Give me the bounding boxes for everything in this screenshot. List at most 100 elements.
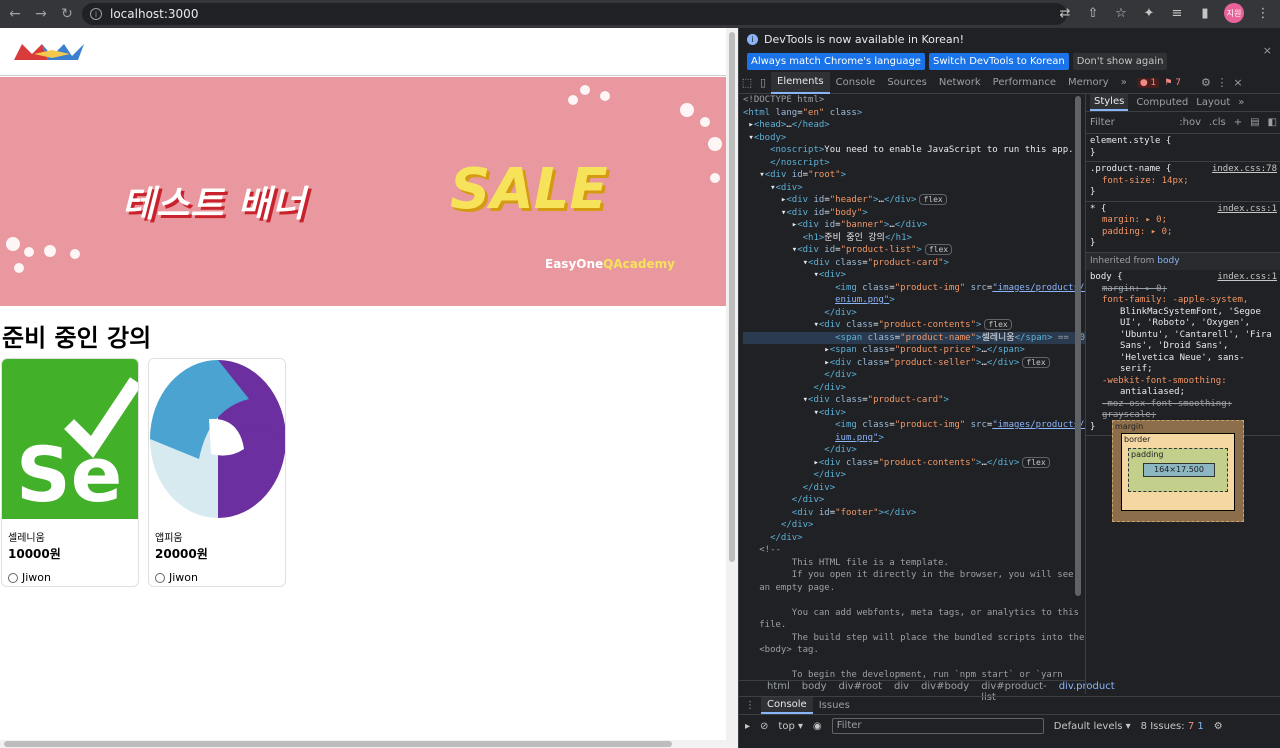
clear-console-icon[interactable]: ⊘: [760, 721, 768, 732]
styles-filter-input[interactable]: Filter: [1090, 117, 1171, 129]
forward-icon[interactable]: →: [30, 3, 52, 25]
tab-network[interactable]: Network: [933, 72, 987, 94]
site-info-icon[interactable]: i: [90, 8, 102, 20]
reading-list-icon[interactable]: ≡: [1168, 6, 1186, 21]
tab-issues[interactable]: Issues: [819, 700, 850, 711]
inherited-from-link[interactable]: body: [1157, 256, 1179, 266]
back-icon[interactable]: ←: [4, 3, 26, 25]
customize-kebab-icon[interactable]: ⋮: [1214, 75, 1230, 91]
dom-line[interactable]: <img class="product-img" src="images/pro…: [743, 419, 1085, 432]
css-rule[interactable]: * {index.css:1 margin: ▸ 0; padding: ▸ 0…: [1086, 202, 1280, 253]
dom-line[interactable]: <noscript>You need to enable JavaScript …: [743, 144, 1085, 157]
css-declaration[interactable]: font-family: -apple-system,: [1090, 295, 1277, 307]
page-horizontal-scrollbar[interactable]: [0, 740, 738, 748]
breadcrumb-item[interactable]: div#root: [839, 681, 882, 694]
dom-line[interactable]: </div>: [743, 469, 1085, 482]
dom-tree-scrollbar[interactable]: [1075, 96, 1081, 596]
rule-source-link[interactable]: index.css:1: [1217, 272, 1277, 284]
dom-line[interactable]: </div>: [743, 382, 1085, 395]
cls-toggle[interactable]: .cls: [1209, 117, 1226, 129]
dom-line[interactable]: <img class="product-img" src="images/pro…: [743, 282, 1085, 295]
dom-line[interactable]: This HTML file is a template.: [743, 557, 1085, 570]
dom-line[interactable]: ▾<div id="product-list"> flex: [743, 244, 1085, 257]
toggle-style-icon[interactable]: ▤: [1250, 117, 1259, 129]
translate-icon[interactable]: ⇄: [1056, 6, 1074, 21]
site-logo[interactable]: [12, 40, 85, 62]
dom-line[interactable]: ▸<head>…</head>: [743, 119, 1085, 132]
dom-line[interactable]: <!--: [743, 544, 1085, 557]
tab-console-drawer[interactable]: Console: [761, 697, 813, 714]
settings-gear-icon[interactable]: ⚙: [1198, 75, 1214, 91]
drawer-menu-icon[interactable]: ⋮: [745, 700, 755, 711]
product-card[interactable]: 앱피움 20000원 Jiwon: [148, 358, 286, 587]
dom-line[interactable]: </div>: [743, 482, 1085, 495]
tab-performance[interactable]: Performance: [987, 72, 1062, 94]
dom-line[interactable]: ▾<div>: [743, 407, 1085, 420]
dom-line[interactable]: <!DOCTYPE html>: [743, 94, 1085, 107]
dom-tree[interactable]: <!DOCTYPE html> <html lang="en" class> ▸…: [739, 94, 1085, 680]
hov-toggle[interactable]: :hov: [1179, 117, 1201, 129]
dom-line[interactable]: ▾<div id="body">: [743, 207, 1085, 220]
dom-line[interactable]: </div>: [743, 519, 1085, 532]
error-count-badge[interactable]: ● 1: [1136, 77, 1160, 88]
live-expression-eye-icon[interactable]: ◉: [813, 721, 822, 732]
tab-elements[interactable]: Elements: [771, 71, 830, 94]
dom-line[interactable]: If you open it directly in the browser, …: [743, 569, 1085, 582]
dom-line[interactable]: an empty page.: [743, 582, 1085, 595]
dom-line[interactable]: ▸<div id="banner">…</div>: [743, 219, 1085, 232]
profile-avatar[interactable]: 지원: [1224, 3, 1244, 23]
breadcrumb-item[interactable]: div: [894, 681, 909, 694]
console-sidebar-icon[interactable]: ▸: [745, 721, 750, 732]
dom-line[interactable]: ▾<body>: [743, 132, 1085, 145]
dom-line[interactable]: <div id="footer"></div>: [743, 507, 1085, 520]
dom-line[interactable]: </div>: [743, 532, 1085, 545]
dom-line[interactable]: </div>: [743, 444, 1085, 457]
tab-layout[interactable]: Layout: [1196, 97, 1230, 109]
dom-line[interactable]: ▾<div class="product-card">: [743, 394, 1085, 407]
dom-line[interactable]: The build step will place the bundled sc…: [743, 632, 1085, 645]
dom-line[interactable]: <h1>준비 중인 강의</h1>: [743, 232, 1085, 245]
console-settings-icon[interactable]: ⚙: [1214, 721, 1223, 732]
dom-line[interactable]: </div>: [743, 494, 1085, 507]
dom-line[interactable]: ▾<div class="product-card">: [743, 257, 1085, 270]
dom-line[interactable]: ▾<div class="product-contents"> flex: [743, 319, 1085, 332]
console-filter-input[interactable]: Filter: [831, 718, 1044, 734]
css-declaration[interactable]: padding: ▸ 0;: [1090, 227, 1277, 239]
match-language-button[interactable]: Always match Chrome's language: [747, 53, 925, 70]
product-card[interactable]: Se 셀레니움 10000원 Jiwon: [1, 358, 139, 587]
dom-line[interactable]: [743, 657, 1085, 670]
dom-line[interactable]: [743, 594, 1085, 607]
page-vertical-scrollbar[interactable]: [726, 28, 738, 740]
context-select[interactable]: top ▾: [778, 721, 803, 732]
box-content-size[interactable]: 164×17.500: [1143, 463, 1215, 477]
log-levels-select[interactable]: Default levels ▾: [1054, 721, 1131, 732]
tab-memory[interactable]: Memory: [1062, 72, 1115, 94]
device-toolbar-icon[interactable]: ▯: [755, 75, 771, 91]
breadcrumb-item[interactable]: html: [767, 681, 790, 694]
add-rule-icon[interactable]: +: [1234, 117, 1242, 129]
reload-icon[interactable]: ↻: [56, 3, 78, 25]
css-rule[interactable]: body {index.css:1 margin: ▸ 0; font-fami…: [1086, 270, 1280, 436]
dom-line[interactable]: You can add webfonts, meta tags, or anal…: [743, 607, 1085, 620]
more-tabs-button[interactable]: »: [1115, 72, 1133, 94]
bookmark-star-icon[interactable]: ☆: [1112, 6, 1130, 21]
breadcrumb-item[interactable]: div#body: [921, 681, 969, 694]
dom-line[interactable]: <body> tag.: [743, 644, 1085, 657]
css-declaration[interactable]: -webkit-font-smoothing:: [1090, 376, 1277, 388]
dom-line[interactable]: ▸<div id="header">…</div> flex: [743, 194, 1085, 207]
tab-console[interactable]: Console: [830, 72, 882, 94]
switch-korean-button[interactable]: Switch DevTools to Korean: [928, 53, 1069, 70]
css-declaration[interactable]: margin: ▸ 0;: [1090, 284, 1277, 296]
dom-line[interactable]: </noscript>: [743, 157, 1085, 170]
promo-banner[interactable]: 테스트 배너 SALE EasyOneQAcademy: [0, 77, 726, 306]
dom-line[interactable]: ium.png">: [743, 432, 1085, 445]
dom-line[interactable]: ▾<div>: [743, 269, 1085, 282]
css-declaration[interactable]: margin: ▸ 0;: [1090, 215, 1277, 227]
share-icon[interactable]: ⇧: [1084, 6, 1102, 21]
dont-show-button[interactable]: Don't show again: [1072, 53, 1168, 70]
dom-line[interactable]: ▾<div id="root">: [743, 169, 1085, 182]
side-panel-icon[interactable]: ▮: [1196, 6, 1214, 21]
dom-line[interactable]: ▸<span class="product-price">…</span>: [743, 344, 1085, 357]
dom-line[interactable]: file.: [743, 619, 1085, 632]
issues-counter[interactable]: 8 Issues: 7 1: [1141, 721, 1204, 732]
